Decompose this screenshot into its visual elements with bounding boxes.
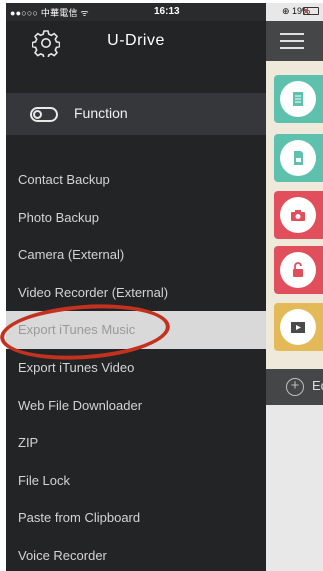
status-bar: ●●○○○ 中華電信 ᯤ 16:13 — [6, 3, 266, 21]
navigation-drawer: ●●○○○ 中華電信 ᯤ 16:13 U-Drive Function Cont… — [6, 3, 266, 571]
menu-item-zip[interactable]: ZIP — [6, 424, 266, 462]
menu-item-voice-recorder[interactable]: Voice Recorder — [6, 537, 266, 571]
lock-icon — [293, 262, 303, 277]
screen-frame: ●●○○○ 中華電信 ᯤ 16:13 U-Drive Function Cont… — [0, 0, 323, 571]
status-time: 16:13 — [154, 6, 180, 17]
tile-document[interactable] — [274, 75, 323, 123]
battery-icon — [303, 7, 319, 15]
video-icon — [291, 322, 305, 333]
tile-video[interactable] — [274, 303, 323, 351]
menu-item-paste-from-clipboard[interactable]: Paste from Clipboard — [6, 499, 266, 537]
menu-item-file-lock[interactable]: File Lock — [6, 462, 266, 500]
tile-camera[interactable] — [274, 191, 323, 239]
bottom-bar-label: Ec — [312, 378, 323, 393]
main-screen-empty-area — [266, 405, 323, 571]
menu-item-camera-external[interactable]: Camera (External) — [6, 236, 266, 274]
toggle-knob — [33, 110, 42, 119]
sd-card-icon — [294, 151, 303, 165]
function-section-header[interactable]: Function — [6, 93, 266, 135]
camera-icon — [291, 210, 305, 221]
plus-circle-icon[interactable]: + — [286, 378, 304, 396]
hamburger-icon[interactable] — [280, 33, 304, 50]
main-screen-peek: ⊕ 19% + E — [266, 3, 323, 571]
carrier-signal: ●●○○○ 中華電信 ᯤ — [10, 8, 89, 18]
drawer-header: U-Drive — [6, 21, 266, 65]
tile-sd-card[interactable] — [274, 134, 323, 182]
function-tiles — [266, 61, 323, 371]
menu-item-web-file-downloader[interactable]: Web File Downloader — [6, 387, 266, 425]
document-icon — [293, 92, 303, 106]
menu-item-photo-backup[interactable]: Photo Backup — [6, 199, 266, 237]
menu-item-video-recorder-external[interactable]: Video Recorder (External) — [6, 274, 266, 312]
function-label: Function — [74, 105, 128, 121]
menu-item-export-itunes-music[interactable]: Export iTunes Music — [6, 311, 266, 349]
menu-item-contact-backup[interactable]: Contact Backup — [6, 161, 266, 199]
function-menu: Contact Backup Photo Backup Camera (Exte… — [6, 161, 266, 571]
toggle-icon[interactable] — [30, 107, 58, 122]
app-title: U-Drive — [107, 32, 165, 49]
tile-lock[interactable] — [274, 246, 323, 294]
main-top-bar — [266, 21, 323, 61]
menu-item-export-itunes-video[interactable]: Export iTunes Video — [6, 349, 266, 387]
bottom-edit-bar[interactable]: + Ec — [266, 369, 323, 405]
